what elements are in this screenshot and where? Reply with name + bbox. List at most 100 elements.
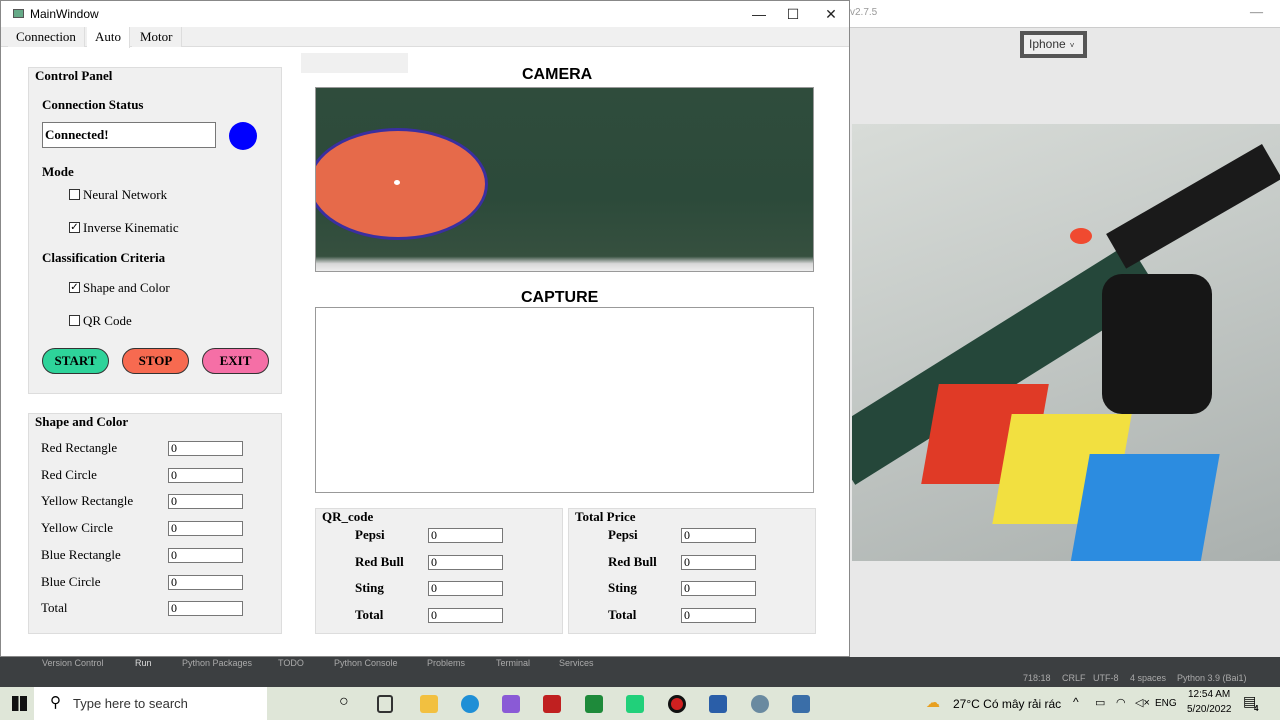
search-icon: ⚲ <box>50 694 61 711</box>
python-icon[interactable] <box>792 695 810 713</box>
row-value-field[interactable]: 0 <box>681 554 756 570</box>
control-panel-group: Control Panel Connection Status Connecte… <box>28 67 282 394</box>
cortana-icon[interactable]: ○ <box>339 693 349 711</box>
maximize-button[interactable]: ☐ <box>773 3 813 25</box>
camera-app-minimize[interactable]: — <box>1250 4 1263 20</box>
classification-criteria-label: Classification Criteria <box>42 250 166 265</box>
mode-label: Mode <box>42 164 74 179</box>
status-position[interactable]: 718:18 <box>1023 673 1051 683</box>
file-explorer-icon[interactable] <box>420 695 438 713</box>
search-box[interactable]: ⚲ Type here to search <box>34 687 267 720</box>
row-value-field[interactable]: 0 <box>168 467 243 483</box>
row-label: Sting <box>608 580 637 595</box>
tool-problems[interactable]: Problems <box>427 658 465 668</box>
qr-code-label: QR Code <box>83 313 132 328</box>
qr-code-title: QR_code <box>322 509 374 524</box>
shape-color-title: Shape and Color <box>35 414 129 429</box>
camera-feed <box>315 87 814 272</box>
clock-time[interactable]: 12:54 AM <box>1188 689 1230 700</box>
xbox-icon[interactable] <box>585 695 603 713</box>
row-label: Red Bull <box>608 553 657 569</box>
clock-date[interactable]: 5/20/2022 <box>1187 704 1232 715</box>
status-interpreter[interactable]: Python 3.9 (Bai1) <box>1177 673 1247 683</box>
pycharm-icon[interactable] <box>626 695 644 713</box>
row-label: Red Bull <box>355 553 404 569</box>
tool-python-console[interactable]: Python Console <box>334 658 398 668</box>
row-value-field[interactable]: 0 <box>168 441 243 456</box>
tool-terminal[interactable]: Terminal <box>496 658 530 668</box>
status-line-ending[interactable]: CRLF <box>1062 673 1086 683</box>
weather-text[interactable]: 27°C Có mây rải rác <box>953 697 1061 711</box>
visual-studio-icon[interactable] <box>502 695 520 713</box>
tool-run[interactable]: Run <box>135 658 152 668</box>
record-icon[interactable] <box>668 695 686 713</box>
battery-icon[interactable]: ▭ <box>1095 696 1105 709</box>
ide-tool-bar: Version Control Run Python Packages TODO… <box>0 657 1280 687</box>
row-label: Yellow Circle <box>41 520 113 536</box>
row-value-field[interactable]: 0 <box>168 547 243 563</box>
task-view-icon[interactable] <box>377 695 393 713</box>
app-red-icon[interactable] <box>543 695 561 713</box>
tab-auto[interactable]: Auto <box>87 27 130 48</box>
camera-title: CAMERA <box>522 66 593 83</box>
row-value-field[interactable]: 0 <box>681 607 756 623</box>
capture-view <box>315 307 814 493</box>
row-value-field[interactable]: 0 <box>428 581 503 596</box>
row-value-field[interactable]: 0 <box>168 494 243 510</box>
row-value-field[interactable]: 0 <box>168 601 243 617</box>
row-label: Yellow Rectangle <box>41 493 134 509</box>
close-button[interactable]: ✕ <box>811 3 851 25</box>
tab-motor[interactable]: Motor <box>132 27 182 47</box>
tool-services[interactable]: Services <box>559 658 594 668</box>
row-label: Blue Circle <box>41 573 101 589</box>
row-label: Blue Rectangle <box>41 546 121 562</box>
edge-icon[interactable] <box>461 695 479 713</box>
robot-base <box>1102 274 1212 414</box>
row-label: Red Rectangle <box>41 440 118 455</box>
row-value-field[interactable]: 0 <box>168 521 243 537</box>
tool-python-packages[interactable]: Python Packages <box>182 658 252 668</box>
inverse-kinematic-checkbox[interactable]: ✓ <box>69 222 80 233</box>
wifi-icon[interactable]: ◠ <box>1116 696 1126 709</box>
tab-connection[interactable]: Connection <box>8 27 85 47</box>
row-label: Sting <box>355 580 384 595</box>
row-value-field[interactable]: 0 <box>428 607 503 623</box>
row-label: Pepsi <box>355 527 385 542</box>
qr-code-checkbox[interactable] <box>69 315 80 326</box>
status-encoding[interactable]: UTF-8 <box>1093 673 1119 683</box>
stop-button[interactable]: STOP <box>122 348 189 374</box>
tray-chevron-icon[interactable]: ^ <box>1073 695 1079 709</box>
row-label: Total <box>608 606 637 622</box>
blue-bin <box>1070 454 1220 561</box>
row-label: Pepsi <box>608 527 638 542</box>
app-icon <box>13 9 24 18</box>
row-label: Red Circle <box>41 466 97 482</box>
device-select[interactable]: Iphone ˅ <box>1020 31 1087 58</box>
tool-version-control[interactable]: Version Control <box>42 658 104 668</box>
status-indent[interactable]: 4 spaces <box>1130 673 1166 683</box>
start-button[interactable]: START <box>42 348 109 374</box>
camera-app-window: v2.7.5 — Iphone ˅ <box>850 0 1280 657</box>
robot-arm <box>1106 144 1280 269</box>
row-value-field[interactable]: 0 <box>428 528 503 543</box>
row-value-field[interactable]: 0 <box>168 574 243 590</box>
chevron-down-icon: ˅ <box>1069 41 1075 50</box>
app-camera-icon[interactable] <box>751 695 769 713</box>
row-value-field[interactable]: 0 <box>428 554 503 570</box>
exit-button[interactable]: EXIT <box>202 348 269 374</box>
neural-network-checkbox[interactable] <box>69 189 80 200</box>
language-indicator[interactable]: ENG <box>1155 698 1177 709</box>
row-value-field[interactable]: 0 <box>681 581 756 596</box>
main-window: MainWindow — ☐ ✕ Connection Auto Motor C… <box>0 0 850 657</box>
app-blue-icon[interactable] <box>709 695 727 713</box>
row-value-field[interactable]: 0 <box>681 528 756 543</box>
connection-status-label: Connection Status <box>42 97 144 112</box>
shape-color-checkbox[interactable]: ✓ <box>69 282 80 293</box>
robot-arm-video <box>852 124 1280 561</box>
tool-todo[interactable]: TODO <box>278 658 304 668</box>
volume-muted-icon[interactable]: ◁× <box>1135 696 1150 709</box>
status-indicator <box>229 122 257 150</box>
shape-color-label: Shape and Color <box>83 280 170 295</box>
windows-start-icon[interactable] <box>12 696 27 711</box>
camera-app-titlebar: v2.7.5 — <box>850 0 1280 28</box>
